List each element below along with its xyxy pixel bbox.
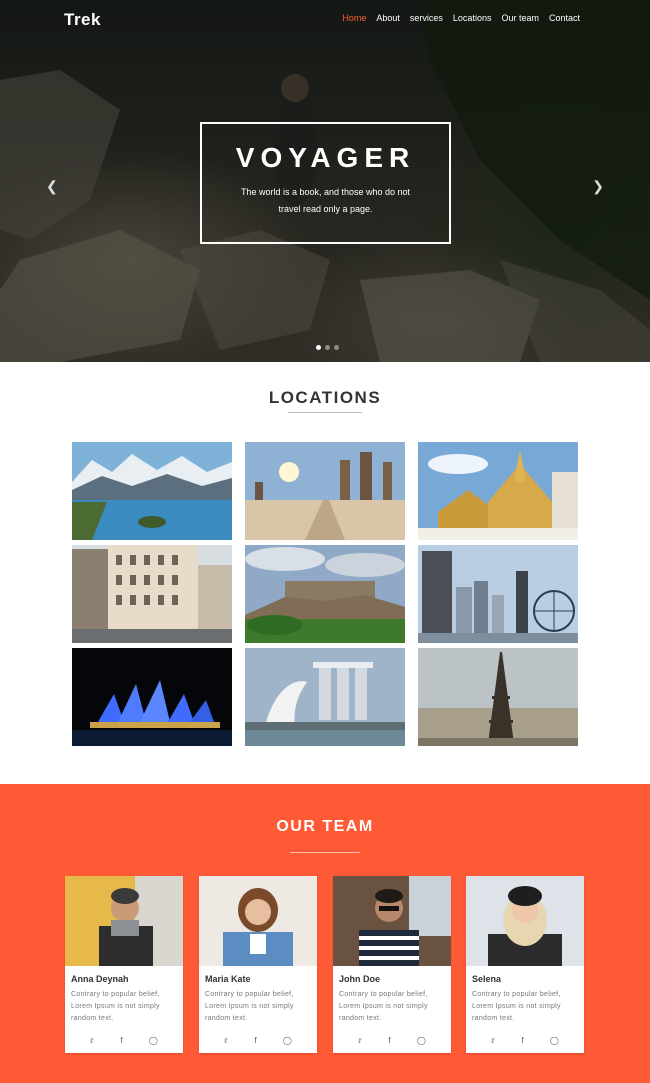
member-name: Selena xyxy=(472,974,502,984)
location-image-desert-road[interactable] xyxy=(245,442,405,540)
hero-caption-box: VOYAGER The world is a book, and those w… xyxy=(200,122,451,244)
location-image-city-skyline[interactable] xyxy=(418,545,578,643)
chevron-left-icon[interactable]: ❮ xyxy=(46,178,58,195)
locations-gallery xyxy=(72,442,578,746)
navbar: Trek Home About services Locations Our t… xyxy=(0,0,650,38)
slider-dot[interactable] xyxy=(316,345,321,350)
location-image-opera-house[interactable] xyxy=(72,648,232,746)
locations-heading: LOCATIONS xyxy=(268,388,382,407)
social-links: 𝕣 f ◯ xyxy=(333,1036,451,1045)
location-image-mountain-lake[interactable] xyxy=(72,442,232,540)
heading-divider xyxy=(288,412,362,413)
team-card: Selena Contrary to popular belief, Lorem… xyxy=(466,876,584,1053)
avatar xyxy=(333,876,451,966)
nav-item-locations[interactable]: Locations xyxy=(453,13,492,23)
member-description: Contrary to popular belief, Lorem Ipsum … xyxy=(71,991,160,1022)
location-image-castle-hill[interactable] xyxy=(245,545,405,643)
instagram-icon[interactable]: ◯ xyxy=(283,1036,292,1045)
nav-item-about[interactable]: About xyxy=(376,13,400,23)
hero-subtitle: The world is a book, and those who do no… xyxy=(240,187,411,214)
facebook-icon[interactable]: f xyxy=(388,1036,390,1045)
location-image-thai-temple[interactable] xyxy=(418,442,578,540)
location-image-marina-bay[interactable] xyxy=(245,648,405,746)
facebook-icon[interactable]: f xyxy=(120,1036,122,1045)
social-links: 𝕣 f ◯ xyxy=(65,1036,183,1045)
hero-slider: Trek Home About services Locations Our t… xyxy=(0,0,650,362)
twitter-icon[interactable]: 𝕣 xyxy=(358,1036,362,1045)
member-description: Contrary to popular belief, Lorem Ipsum … xyxy=(472,991,561,1022)
team-section: OUR TEAM Anna Deynah Contrary to popular… xyxy=(0,784,650,1083)
nav-item-services[interactable]: services xyxy=(410,13,443,23)
avatar xyxy=(466,876,584,966)
instagram-icon[interactable]: ◯ xyxy=(550,1036,559,1045)
slider-dot[interactable] xyxy=(325,345,330,350)
member-description: Contrary to popular belief, Lorem Ipsum … xyxy=(339,991,428,1022)
avatar xyxy=(199,876,317,966)
heading-divider xyxy=(290,852,360,853)
hero-title: VOYAGER xyxy=(235,142,416,173)
instagram-icon[interactable]: ◯ xyxy=(417,1036,426,1045)
chevron-right-icon[interactable]: ❯ xyxy=(592,178,604,195)
team-card: John Doe Contrary to popular belief, Lor… xyxy=(333,876,451,1053)
member-description: Contrary to popular belief, Lorem Ipsum … xyxy=(205,991,294,1022)
twitter-icon[interactable]: 𝕣 xyxy=(90,1036,94,1045)
team-card: Maria Kate Contrary to popular belief, L… xyxy=(199,876,317,1053)
twitter-icon[interactable]: 𝕣 xyxy=(224,1036,228,1045)
twitter-icon[interactable]: 𝕣 xyxy=(491,1036,495,1045)
team-card: Anna Deynah Contrary to popular belief, … xyxy=(65,876,183,1053)
facebook-icon[interactable]: f xyxy=(254,1036,256,1045)
social-links: 𝕣 f ◯ xyxy=(466,1036,584,1045)
member-name: Maria Kate xyxy=(205,974,251,984)
facebook-icon[interactable]: f xyxy=(521,1036,523,1045)
nav-menu: Home About services Locations Our team C… xyxy=(342,13,580,23)
member-name: Anna Deynah xyxy=(71,974,129,984)
nav-item-home[interactable]: Home xyxy=(342,13,366,23)
location-image-eiffel-tower[interactable] xyxy=(418,648,578,746)
slider-dot[interactable] xyxy=(334,345,339,350)
location-image-city-street[interactable] xyxy=(72,545,232,643)
avatar xyxy=(65,876,183,966)
social-links: 𝕣 f ◯ xyxy=(199,1036,317,1045)
member-name: John Doe xyxy=(339,974,381,984)
slider-indicators xyxy=(316,345,339,350)
instagram-icon[interactable]: ◯ xyxy=(149,1036,158,1045)
brand-logo[interactable]: Trek xyxy=(64,10,101,30)
team-heading: OUR TEAM xyxy=(276,818,374,835)
nav-item-our-team[interactable]: Our team xyxy=(501,13,539,23)
nav-item-contact[interactable]: Contact xyxy=(549,13,580,23)
